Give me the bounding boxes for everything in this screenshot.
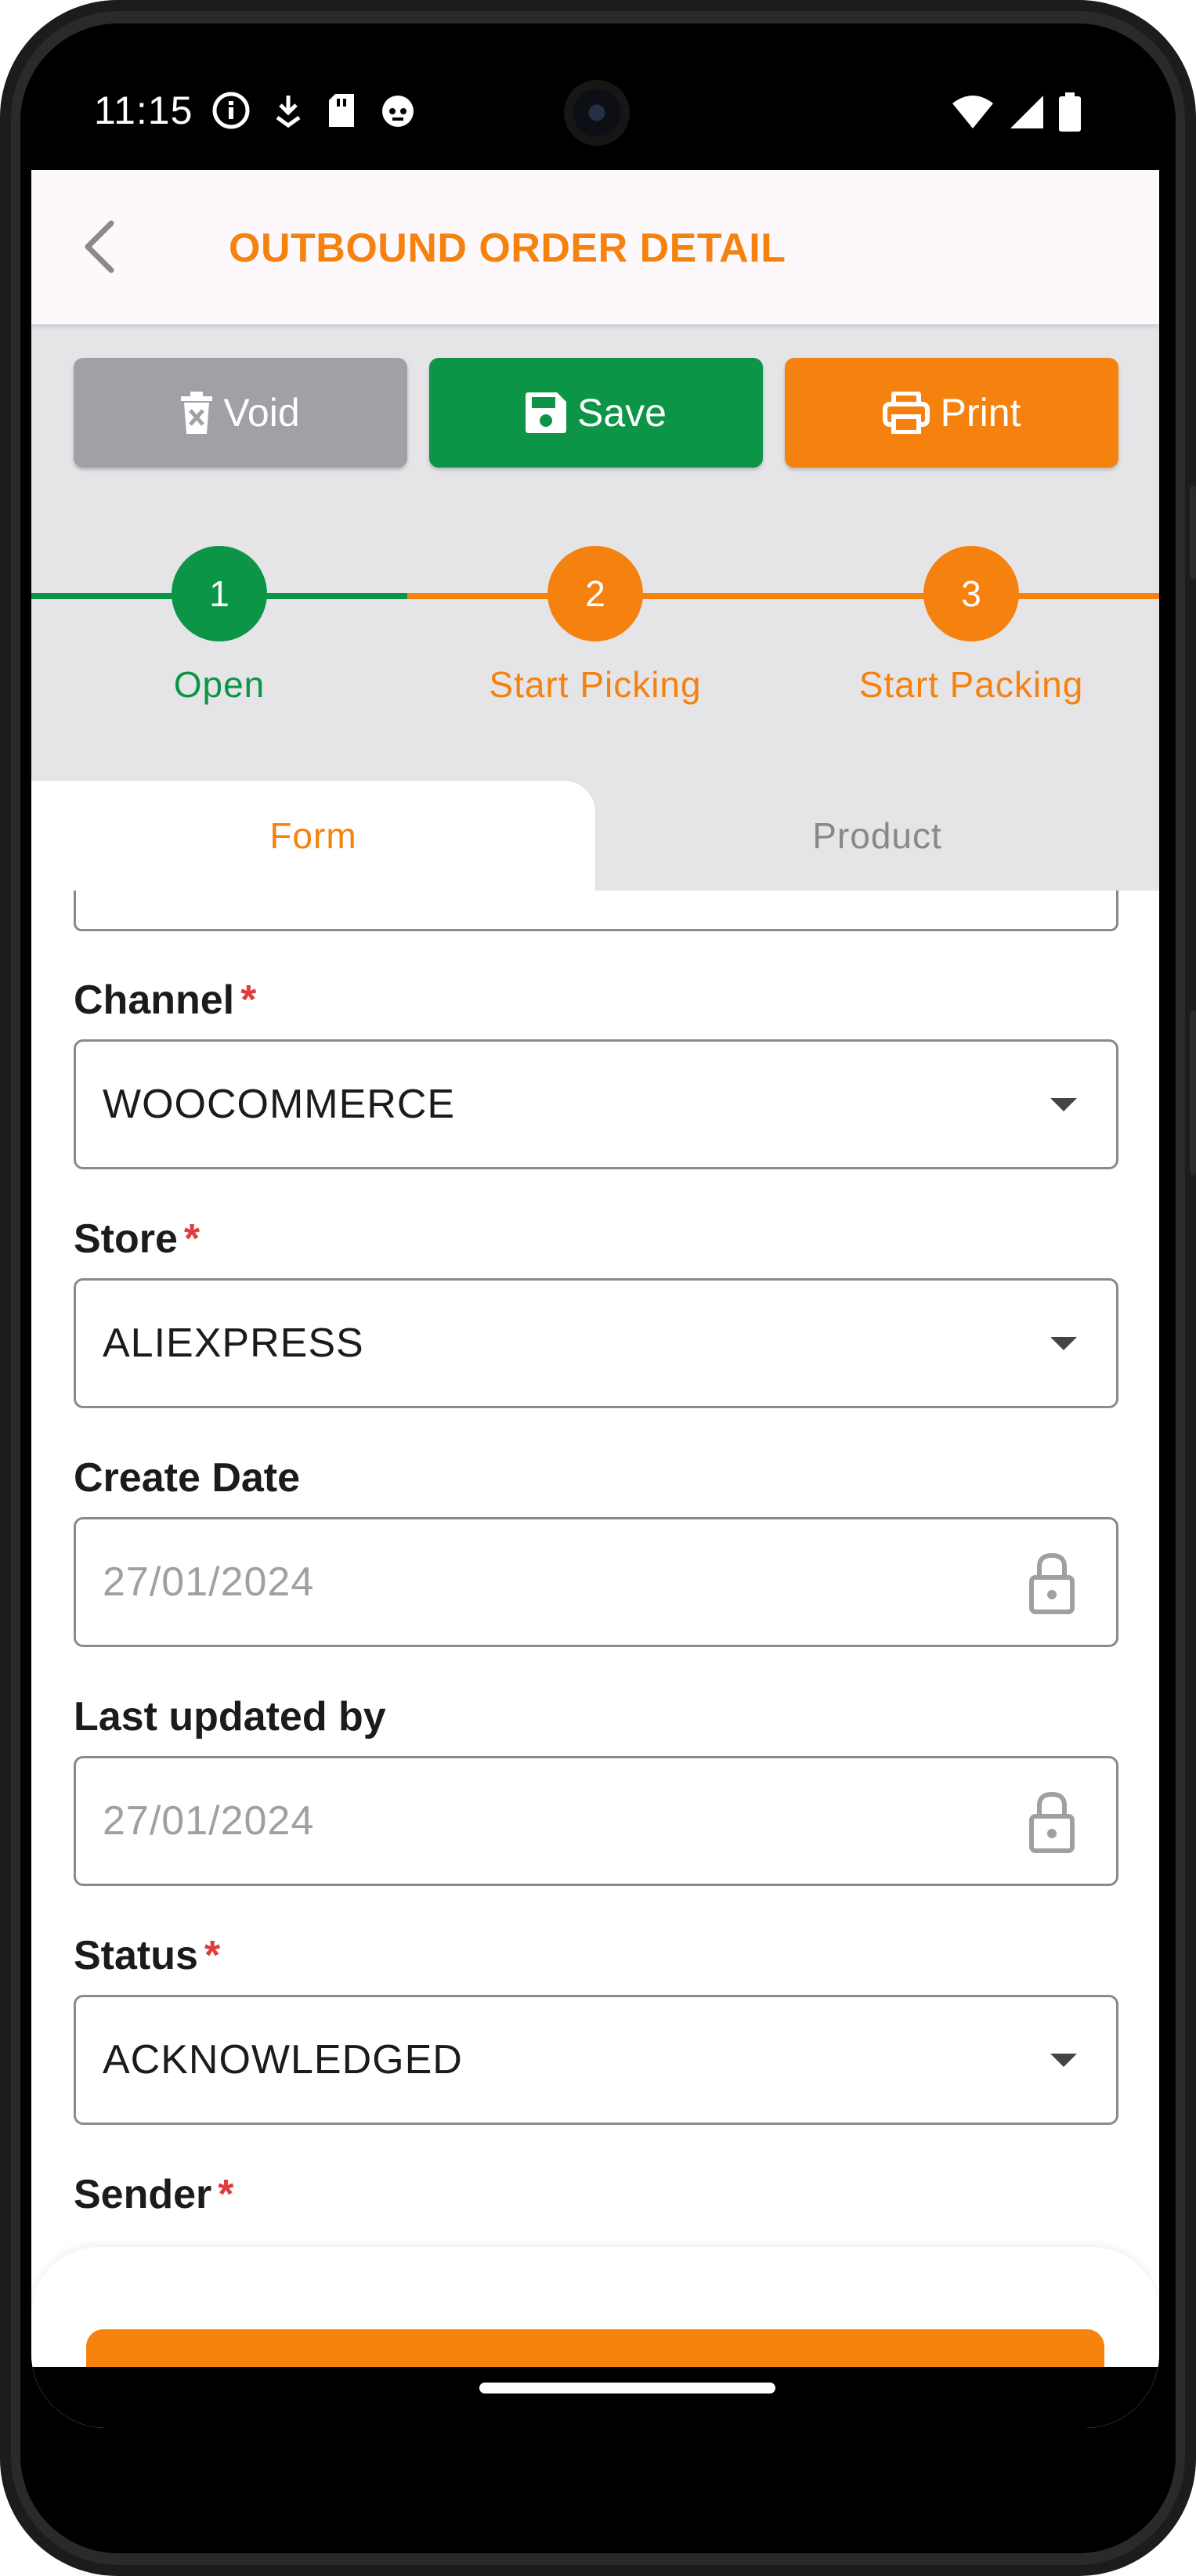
last-updated-label-text: Last updated by <box>74 1694 386 1740</box>
sender-label-text: Sender <box>74 2172 212 2217</box>
dropdown-arrow-icon <box>1050 1098 1077 1111</box>
status-icons-right <box>951 92 1081 132</box>
create-date-value: 27/01/2024 <box>103 1559 315 1605</box>
step-circle: 2 <box>547 546 643 641</box>
trash-x-icon <box>181 392 213 434</box>
back-button[interactable] <box>70 215 133 278</box>
download-icon <box>276 96 301 128</box>
status-value: ACKNOWLEDGED <box>103 2037 463 2083</box>
store-label: Store * <box>74 1216 200 1263</box>
status-label-text: Status <box>74 1933 198 1978</box>
channel-label-text: Channel <box>74 977 235 1023</box>
sd-card-icon <box>329 94 354 127</box>
last-updated-field: 27/01/2024 <box>74 1756 1118 1886</box>
wifi-icon <box>952 96 993 128</box>
lock-icon <box>1029 1791 1075 1853</box>
step-label: Open <box>173 664 266 705</box>
status-select[interactable]: ACKNOWLEDGED <box>74 1995 1118 2125</box>
store-label-text: Store <box>74 1216 178 1262</box>
screen: 11:15 OUTBOUND ORDER DETAIL Void Save Pr… <box>31 31 1159 2428</box>
battery-icon <box>1059 92 1081 132</box>
chevron-left-icon <box>85 220 114 273</box>
status-time: 11:15 <box>94 89 193 132</box>
page-title: OUTBOUND ORDER DETAIL <box>229 226 786 271</box>
save-label: Save <box>577 391 667 435</box>
robot-face-icon <box>382 96 414 127</box>
required-mark: * <box>218 2172 234 2217</box>
step-circle: 1 <box>172 546 267 641</box>
sender-label: Sender * <box>74 2171 234 2218</box>
tab-form[interactable]: Form <box>31 781 595 891</box>
order-form: Channel * WOOCOMMERCE Store * ALIEXPRESS C… <box>31 891 1159 2428</box>
required-mark: * <box>240 977 257 1023</box>
floppy-disk-icon <box>526 392 567 433</box>
front-camera <box>564 80 630 146</box>
tab-bar: Form Product <box>31 781 1159 891</box>
info-icon <box>212 92 250 129</box>
order-stepper: 1 Open 2 Start Picking 3 Start Packing <box>31 538 1159 705</box>
app-content: OUTBOUND ORDER DETAIL Void Save Print 1 … <box>31 170 1159 2428</box>
print-button[interactable]: Print <box>785 358 1118 468</box>
create-date-label: Create Date <box>74 1454 300 1501</box>
previous-field-input[interactable] <box>74 891 1118 931</box>
app-header: OUTBOUND ORDER DETAIL <box>31 170 1159 324</box>
required-mark: * <box>183 1216 201 1262</box>
volume-button <box>1190 1010 1196 1175</box>
create-date-label-text: Create Date <box>74 1455 301 1501</box>
action-toolbar: Void Save Print <box>74 358 1118 468</box>
status-label: Status * <box>74 1932 220 1979</box>
create-date-field: 27/01/2024 <box>74 1517 1118 1647</box>
status-icons-left <box>211 91 417 130</box>
lock-icon <box>1029 1552 1075 1614</box>
void-label: Void <box>223 391 300 435</box>
void-button[interactable]: Void <box>74 358 407 468</box>
channel-select[interactable]: WOOCOMMERCE <box>74 1039 1118 1169</box>
step-open[interactable]: 1 Open <box>31 546 407 706</box>
printer-icon <box>882 392 930 434</box>
system-nav-bar <box>31 2367 1159 2428</box>
step-circle: 3 <box>923 546 1019 641</box>
print-label: Print <box>940 391 1021 435</box>
dropdown-arrow-icon <box>1050 1337 1077 1350</box>
step-label: Start Picking <box>489 664 702 705</box>
step-label: Start Packing <box>858 664 1084 705</box>
store-select[interactable]: ALIEXPRESS <box>74 1278 1118 1408</box>
last-updated-value: 27/01/2024 <box>103 1798 315 1844</box>
status-bar: 11:15 <box>31 31 1159 170</box>
step-start-picking[interactable]: 2 Start Picking <box>407 546 783 706</box>
store-value: ALIEXPRESS <box>103 1321 364 1366</box>
power-button <box>1190 486 1196 580</box>
last-updated-label: Last updated by <box>74 1693 386 1740</box>
home-gesture-handle[interactable] <box>479 2383 775 2394</box>
tab-product[interactable]: Product <box>595 781 1159 891</box>
step-start-packing[interactable]: 3 Start Packing <box>783 546 1159 706</box>
save-button[interactable]: Save <box>429 358 763 468</box>
channel-value: WOOCOMMERCE <box>103 1082 456 1127</box>
channel-label: Channel * <box>74 977 256 1024</box>
cell-signal-icon <box>1010 96 1043 128</box>
dropdown-arrow-icon <box>1050 2054 1077 2067</box>
required-mark: * <box>204 1933 221 1978</box>
